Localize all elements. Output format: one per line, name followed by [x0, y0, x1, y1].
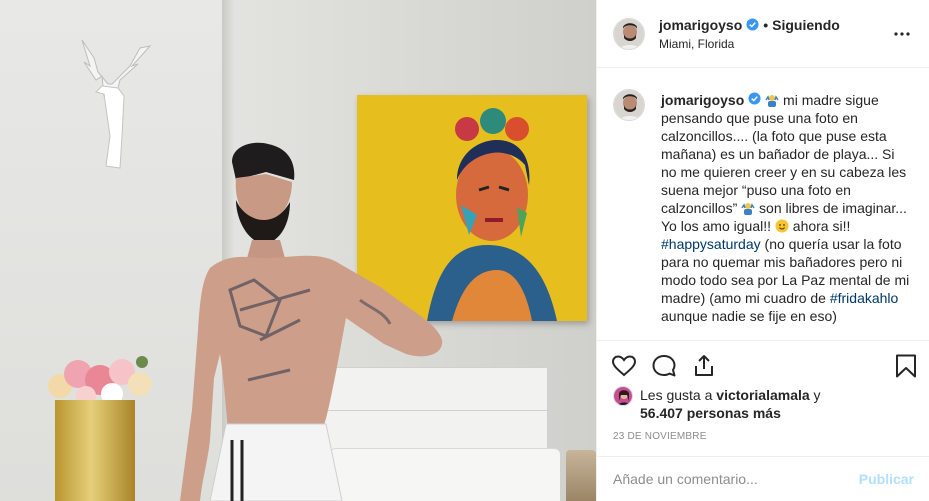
post-location[interactable]: Miami, Florida [659, 37, 840, 51]
comment-input[interactable] [613, 471, 859, 487]
save-button[interactable] [893, 353, 919, 379]
caption-text-1: mi madre sigue pensando que puse una fot… [661, 92, 907, 216]
hashtag-link[interactable]: #happysaturday [661, 236, 761, 252]
separator-dot: • [763, 16, 769, 33]
likes-prefix: Les gusta a [640, 387, 717, 403]
bookmark-icon [896, 354, 916, 378]
header-top-line: jomarigoyso • Siguiendo [659, 17, 840, 33]
author-username[interactable]: jomarigoyso [659, 17, 742, 33]
post-date[interactable]: 23 DE NOVIEMBRE [613, 431, 707, 442]
caption-username[interactable]: jomarigoyso [661, 92, 744, 108]
more-options-icon [894, 32, 910, 36]
post-sidebar: jomarigoyso • Siguiendo Miami, Florida j… [596, 0, 929, 501]
post-caption: jomarigoyso mi madre sigue pensando que … [661, 91, 911, 325]
heart-icon [611, 355, 637, 377]
post-photo[interactable] [0, 0, 596, 501]
more-options-button[interactable] [890, 22, 914, 46]
likes-text: Les gusta a victorialamala y 56.407 pers… [640, 386, 913, 422]
share-icon [695, 355, 713, 376]
bedside-lamp [566, 450, 596, 501]
person-figure [180, 142, 443, 501]
liker-username[interactable]: victorialamala [716, 387, 809, 403]
likes-summary: Les gusta a victorialamala y 56.407 pers… [613, 386, 913, 422]
verified-badge-icon [748, 92, 761, 105]
share-button[interactable] [691, 353, 717, 379]
like-button[interactable] [611, 353, 637, 379]
likes-conjunction: y [809, 387, 821, 403]
author-avatar[interactable] [613, 17, 645, 50]
shrug-emoji-icon [765, 95, 779, 107]
caption-avatar[interactable] [613, 89, 645, 121]
comment-button[interactable] [651, 353, 677, 379]
post-header: jomarigoyso • Siguiendo Miami, Florida [597, 0, 929, 68]
shrug-emoji-icon [741, 203, 755, 215]
verified-badge-icon [746, 18, 759, 31]
publish-button[interactable]: Publicar [859, 471, 914, 487]
comment-icon [652, 355, 676, 377]
comment-bar: Publicar [597, 456, 929, 501]
caption-text-5: aunque nadie se fije en eso) [661, 308, 837, 324]
caption-text-3: ahora si!! [788, 218, 851, 234]
action-bar [597, 340, 929, 390]
following-button[interactable]: Siguiendo [772, 17, 840, 33]
hashtag-link[interactable]: #fridakahlo [830, 290, 899, 306]
header-text: jomarigoyso • Siguiendo Miami, Florida [659, 17, 840, 51]
liker-avatar[interactable] [613, 386, 633, 406]
caption-area: jomarigoyso mi madre sigue pensando que … [597, 69, 929, 341]
smiling-face-emoji-icon [775, 219, 789, 233]
deer-head-decoration [81, 39, 152, 169]
gold-vase [55, 400, 135, 501]
likes-count[interactable]: 56.407 personas más [640, 405, 781, 421]
